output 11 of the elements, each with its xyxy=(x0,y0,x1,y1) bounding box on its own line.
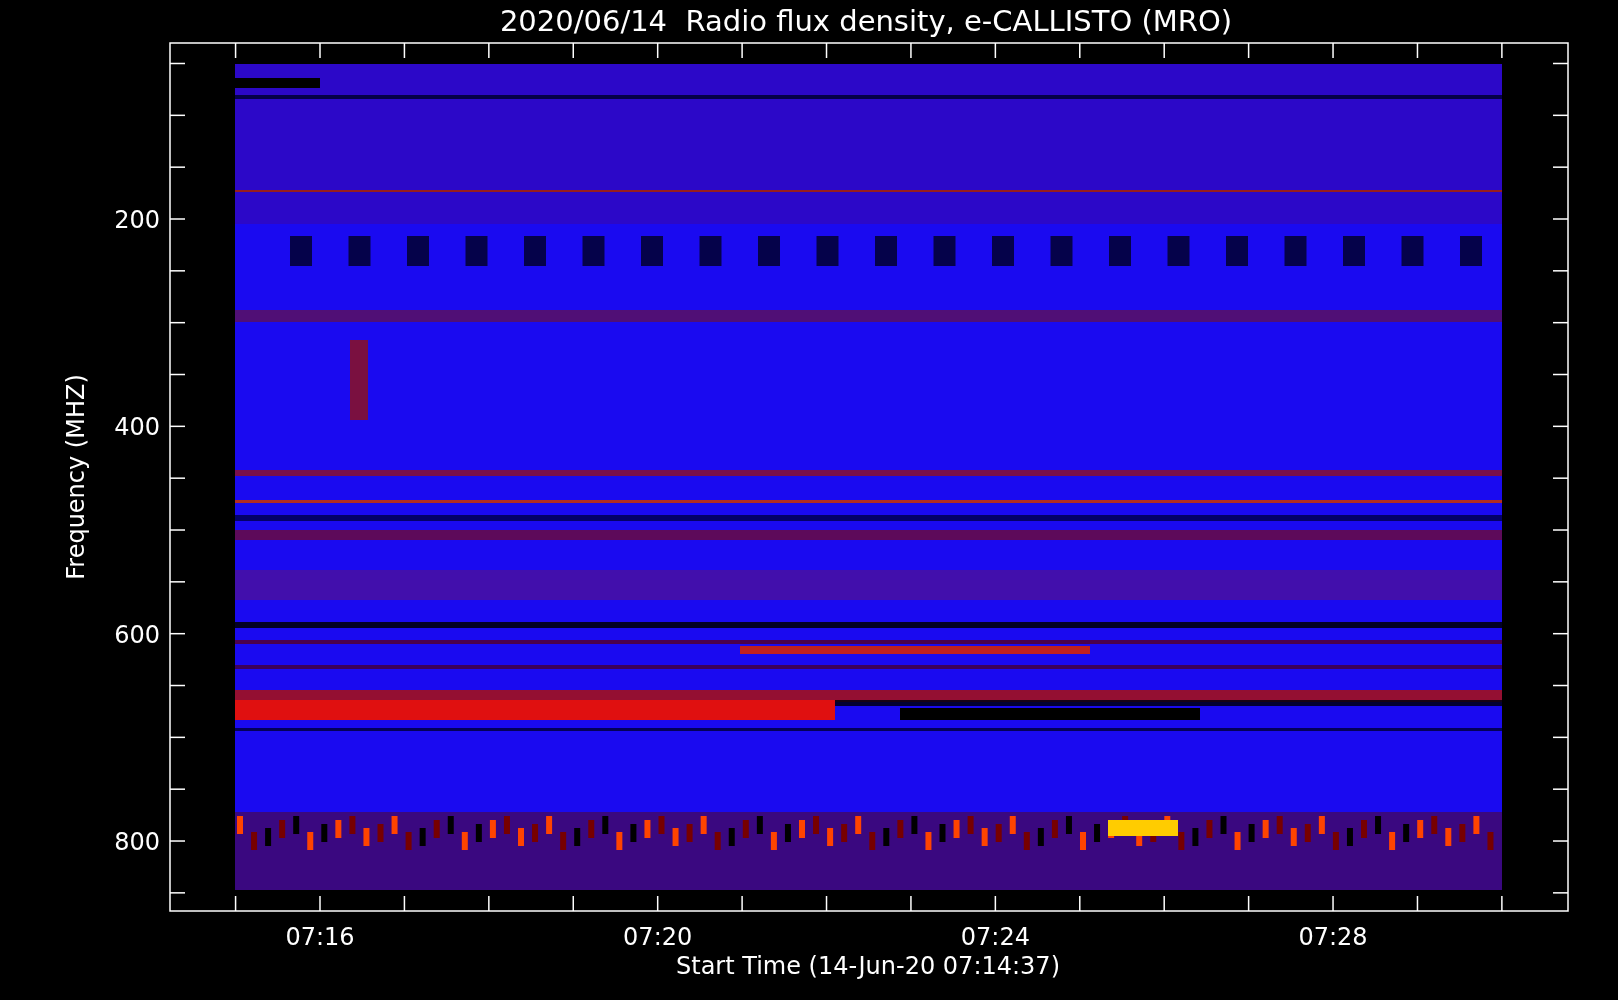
x-tick-label: 07:28 xyxy=(1298,923,1368,951)
x-tick-label: 07:20 xyxy=(623,923,693,951)
y-axis-label: Frequency (MHZ) xyxy=(62,374,90,580)
x-axis-label: Start Time (14-Jun-20 07:14:37) xyxy=(676,952,1060,980)
x-tick-label: 07:24 xyxy=(960,923,1030,951)
y-tick-label: 600 xyxy=(114,620,160,649)
chart-title: 2020/06/14 Radio flux density, e-CALLISTO (MRO) xyxy=(499,4,1233,38)
x-tick-label: 07:16 xyxy=(285,923,355,951)
y-tick-label: 400 xyxy=(114,413,160,442)
y-tick-label: 200 xyxy=(114,206,160,234)
y-tick-label: 800 xyxy=(114,828,160,856)
